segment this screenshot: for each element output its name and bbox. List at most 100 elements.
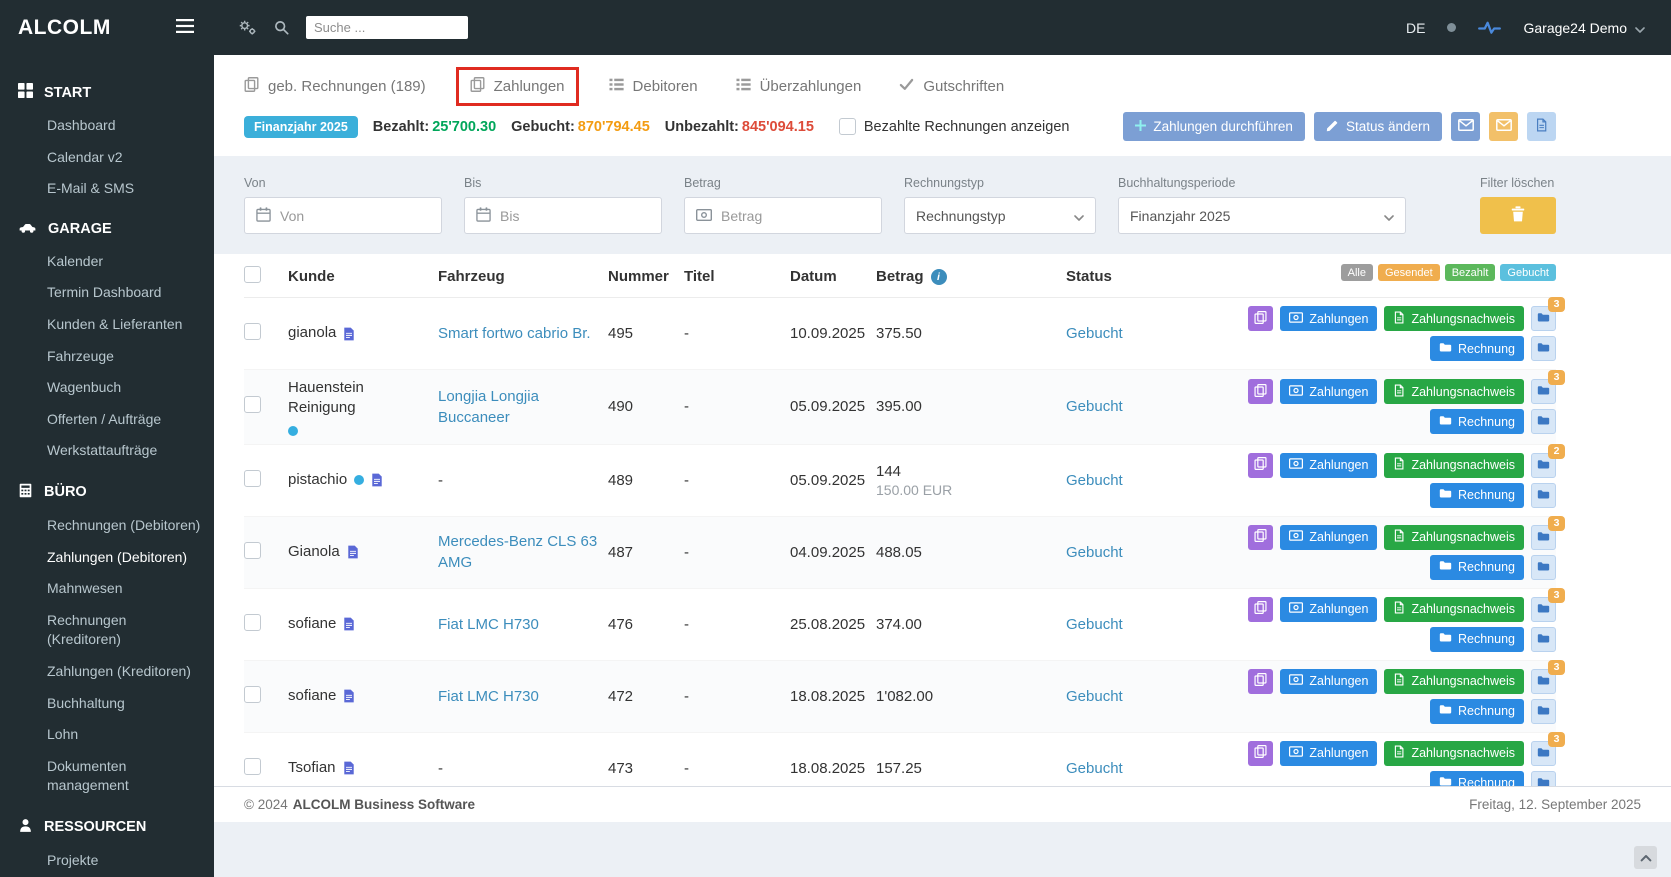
customer-name[interactable]: Hauenstein Reinigung (288, 378, 428, 419)
payments-button[interactable]: Zahlungen (1280, 597, 1377, 622)
vehicle-link[interactable]: Fiat LMC H730 (438, 616, 539, 633)
row-checkbox[interactable] (244, 614, 261, 631)
date-from-field[interactable] (244, 197, 442, 234)
info-icon[interactable] (931, 269, 947, 285)
invoice-button[interactable]: Rechnung (1430, 699, 1524, 724)
sidebar-item-dokumenten-management[interactable]: Dokumenten management (0, 751, 214, 802)
payments-button[interactable]: Zahlungen (1280, 306, 1377, 331)
customer-name[interactable]: sofiane (288, 614, 336, 634)
sidebar-item-rechnungen-debitoren[interactable]: Rechnungen (Debitoren) (0, 510, 214, 542)
sidebar-item-email-sms[interactable]: E-Mail & SMS (0, 173, 214, 205)
vehicle-link[interactable]: Fiat LMC H730 (438, 688, 539, 705)
tab-debitoren[interactable]: Debitoren (609, 77, 698, 96)
copy-button[interactable] (1248, 741, 1273, 766)
export-document-button[interactable] (1527, 112, 1556, 141)
folder-button-secondary[interactable] (1531, 483, 1556, 508)
show-paid-checkbox[interactable]: Bezahlte Rechnungen anzeigen (839, 118, 1070, 135)
folder-button-secondary[interactable] (1531, 699, 1556, 724)
folder-button-secondary[interactable] (1531, 555, 1556, 580)
sidebar-section-start[interactable]: START (0, 73, 214, 110)
sidebar-section-buero[interactable]: BÜRO (0, 473, 214, 510)
customer-name[interactable]: pistachio (288, 470, 347, 490)
sidebar-section-garage[interactable]: GARAGE (0, 211, 214, 246)
folder-button-secondary[interactable] (1531, 771, 1556, 787)
customer-name[interactable]: gianola (288, 323, 336, 343)
sidebar-item-offerten-auftraege[interactable]: Offerten / Aufträge (0, 404, 214, 436)
customer-name[interactable]: Gianola (288, 542, 340, 562)
sidebar-item-lohn[interactable]: Lohn (0, 719, 214, 751)
status-link[interactable]: Gebucht (1066, 472, 1123, 489)
sidebar-item-calendar-v2[interactable]: Calendar v2 (0, 142, 214, 174)
customer-document-icon[interactable] (343, 617, 355, 631)
accounting-period-select[interactable]: Finanzjahr 2025 (1118, 197, 1406, 234)
account-menu[interactable]: Garage24 Demo (1523, 20, 1645, 36)
sidebar-item-projekte[interactable]: Projekte (0, 845, 214, 877)
payments-button[interactable]: Zahlungen (1280, 525, 1377, 550)
scroll-top-button[interactable] (1634, 846, 1657, 869)
legend-gebucht[interactable]: Gebucht (1500, 264, 1556, 281)
payment-proof-button[interactable]: Zahlungsnachweis (1384, 597, 1524, 622)
copy-button[interactable] (1248, 525, 1273, 550)
folder-button-secondary[interactable] (1531, 627, 1556, 652)
invoice-button[interactable]: Rechnung (1430, 336, 1524, 361)
payments-button[interactable]: Zahlungen (1280, 741, 1377, 766)
status-link[interactable]: Gebucht (1066, 398, 1123, 415)
status-link[interactable]: Gebucht (1066, 325, 1123, 342)
checkbox-box[interactable] (839, 118, 856, 135)
customer-document-icon[interactable] (343, 761, 355, 775)
sidebar-item-rechnungen-kreditoren[interactable]: Rechnungen (Kreditoren) (0, 605, 214, 656)
copy-button[interactable] (1248, 669, 1273, 694)
amount-field[interactable] (684, 197, 882, 234)
invoice-button[interactable]: Rechnung (1430, 409, 1524, 434)
vehicle-link[interactable]: - (438, 760, 443, 777)
folder-button-secondary[interactable] (1531, 409, 1556, 434)
settings-gears-icon[interactable] (238, 19, 257, 36)
vehicle-link[interactable]: - (438, 472, 443, 489)
amount-input[interactable] (721, 208, 870, 224)
sidebar-section-ressourcen[interactable]: RESSOURCEN (0, 808, 214, 845)
execute-payments-button[interactable]: Zahlungen durchführen (1123, 112, 1305, 141)
row-checkbox[interactable] (244, 542, 261, 559)
payments-button[interactable]: Zahlungen (1280, 453, 1377, 478)
legend-alle[interactable]: Alle (1341, 264, 1373, 281)
tab-zahlungen[interactable]: Zahlungen (456, 67, 579, 106)
row-checkbox[interactable] (244, 470, 261, 487)
sidebar-item-termin-dashboard[interactable]: Termin Dashboard (0, 277, 214, 309)
payment-proof-button[interactable]: Zahlungsnachweis (1384, 669, 1524, 694)
sidebar-item-mahnwesen[interactable]: Mahnwesen (0, 573, 214, 605)
payment-proof-button[interactable]: Zahlungsnachweis (1384, 453, 1524, 478)
invoice-button[interactable]: Rechnung (1430, 627, 1524, 652)
sidebar-item-buchhaltung[interactable]: Buchhaltung (0, 688, 214, 720)
sidebar-item-kunden-lieferanten[interactable]: Kunden & Lieferanten (0, 309, 214, 341)
copy-button[interactable] (1248, 379, 1273, 404)
date-to-field[interactable] (464, 197, 662, 234)
sidebar-item-fahrzeuge[interactable]: Fahrzeuge (0, 341, 214, 373)
mail-button[interactable] (1451, 112, 1480, 141)
customer-document-icon[interactable] (343, 689, 355, 703)
legend-gesendet[interactable]: Gesendet (1378, 264, 1440, 281)
copy-button[interactable] (1248, 453, 1273, 478)
status-link[interactable]: Gebucht (1066, 544, 1123, 561)
status-link[interactable]: Gebucht (1066, 760, 1123, 777)
search-icon[interactable] (274, 20, 289, 35)
tab-geb-rechnungen[interactable]: geb. Rechnungen (189) (244, 77, 426, 96)
change-status-button[interactable]: Status ändern (1314, 112, 1442, 141)
payment-proof-button[interactable]: Zahlungsnachweis (1384, 525, 1524, 550)
clear-filters-button[interactable] (1480, 197, 1556, 234)
invoice-button[interactable]: Rechnung (1430, 483, 1524, 508)
row-checkbox[interactable] (244, 686, 261, 703)
payments-button[interactable]: Zahlungen (1280, 379, 1377, 404)
payment-proof-button[interactable]: Zahlungsnachweis (1384, 306, 1524, 331)
date-to-input[interactable] (500, 208, 650, 224)
copy-button[interactable] (1248, 306, 1273, 331)
status-link[interactable]: Gebucht (1066, 688, 1123, 705)
vehicle-link[interactable]: Smart fortwo cabrio Br. (438, 325, 591, 342)
sidebar-item-zahlungen-debitoren[interactable]: Zahlungen (Debitoren) (0, 542, 214, 574)
vehicle-link[interactable]: Longjia Longjia Buccaneer (438, 388, 539, 426)
language-selector[interactable]: DE (1406, 20, 1425, 36)
invoice-button[interactable]: Rechnung (1430, 555, 1524, 580)
payment-proof-button[interactable]: Zahlungsnachweis (1384, 741, 1524, 766)
customer-name[interactable]: Tsofian (288, 758, 336, 778)
status-link[interactable]: Gebucht (1066, 616, 1123, 633)
invoice-button[interactable]: Rechnung (1430, 771, 1524, 787)
